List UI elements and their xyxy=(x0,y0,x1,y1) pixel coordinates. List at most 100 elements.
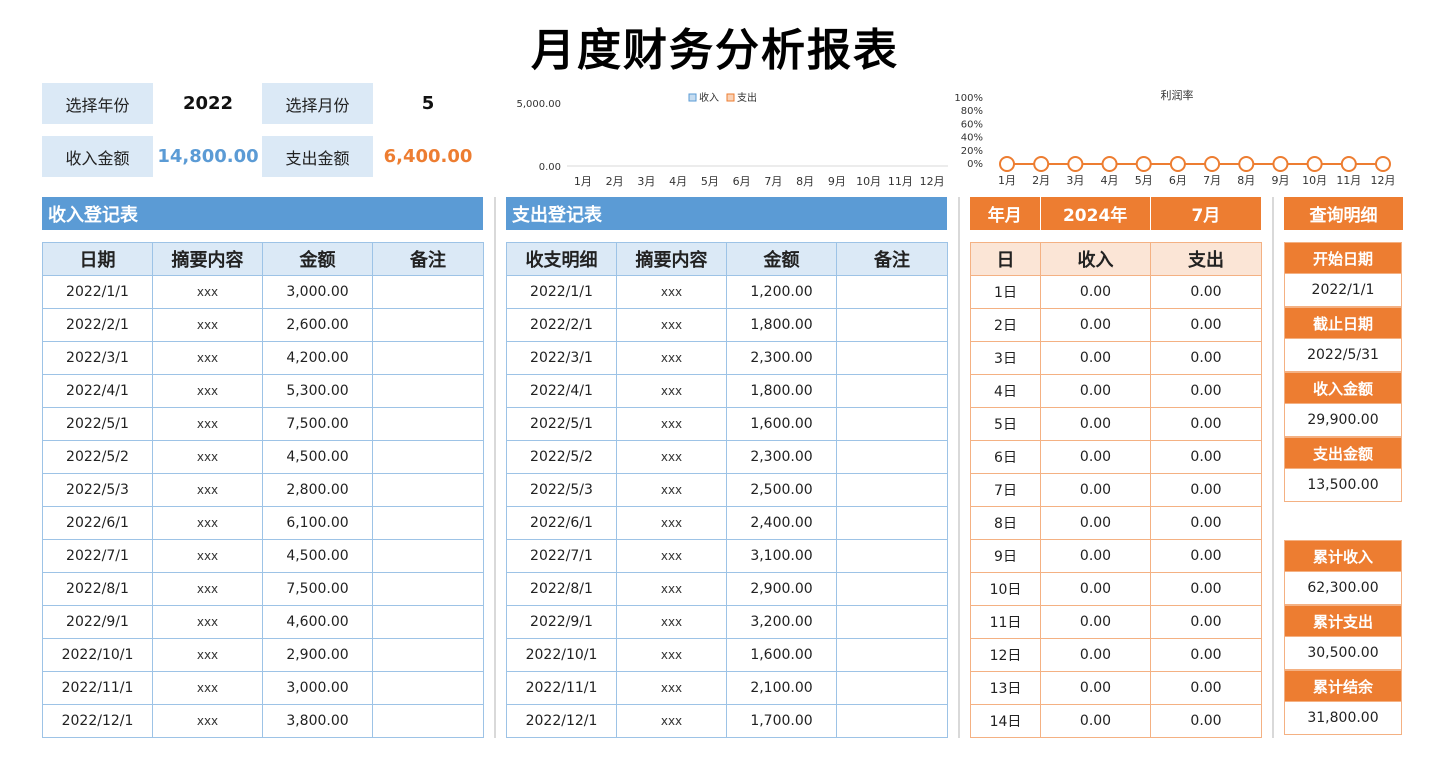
cell-date[interactable]: 2022/2/1 xyxy=(42,308,153,342)
cell-amount[interactable]: 2,300.00 xyxy=(726,440,837,474)
cell-summary[interactable]: xxx xyxy=(152,308,263,342)
cell-detail[interactable]: 2022/6/1 xyxy=(506,506,617,540)
query-detail-button[interactable]: 查询明细 xyxy=(1284,197,1403,230)
cell-expense[interactable]: 0.00 xyxy=(1150,572,1262,606)
cell-note[interactable] xyxy=(372,374,484,408)
cell-day[interactable]: 6日 xyxy=(970,440,1041,474)
cell-summary[interactable]: xxx xyxy=(152,539,263,573)
cell-day[interactable]: 8日 xyxy=(970,506,1041,540)
cell-summary[interactable]: xxx xyxy=(152,275,263,309)
cell-amount[interactable]: 2,600.00 xyxy=(262,308,373,342)
cell-income[interactable]: 0.00 xyxy=(1040,440,1151,474)
cell-detail[interactable]: 2022/3/1 xyxy=(506,341,617,375)
cell-note[interactable] xyxy=(372,671,484,705)
cell-note[interactable] xyxy=(372,440,484,474)
cell-date[interactable]: 2022/12/1 xyxy=(42,704,153,738)
cell-summary[interactable]: xxx xyxy=(616,473,727,507)
cell-amount[interactable]: 6,100.00 xyxy=(262,506,373,540)
cell-date[interactable]: 2022/5/1 xyxy=(42,407,153,441)
cell-income[interactable]: 0.00 xyxy=(1040,473,1151,507)
cell-summary[interactable]: xxx xyxy=(616,671,727,705)
cell-note[interactable] xyxy=(836,374,948,408)
cell-amount[interactable]: 2,900.00 xyxy=(262,638,373,672)
cell-expense[interactable]: 0.00 xyxy=(1150,473,1262,507)
year-select[interactable]: 2022 xyxy=(153,83,263,124)
cell-expense[interactable]: 0.00 xyxy=(1150,704,1262,738)
cell-note[interactable] xyxy=(836,473,948,507)
cell-amount[interactable]: 4,500.00 xyxy=(262,440,373,474)
cell-amount[interactable]: 1,700.00 xyxy=(726,704,837,738)
end-date-value[interactable]: 2022/5/31 xyxy=(1284,339,1402,372)
cell-note[interactable] xyxy=(372,572,484,606)
cell-note[interactable] xyxy=(836,341,948,375)
cell-summary[interactable]: xxx xyxy=(616,506,727,540)
cell-date[interactable]: 2022/9/1 xyxy=(42,605,153,639)
cell-expense[interactable]: 0.00 xyxy=(1150,341,1262,375)
cell-day[interactable]: 13日 xyxy=(970,671,1041,705)
cell-amount[interactable]: 3,000.00 xyxy=(262,671,373,705)
cell-amount[interactable]: 3,200.00 xyxy=(726,605,837,639)
cell-summary[interactable]: xxx xyxy=(616,374,727,408)
cell-summary[interactable]: xxx xyxy=(152,704,263,738)
cell-amount[interactable]: 2,300.00 xyxy=(726,341,837,375)
cell-note[interactable] xyxy=(836,572,948,606)
cell-detail[interactable]: 2022/12/1 xyxy=(506,704,617,738)
cell-summary[interactable]: xxx xyxy=(616,275,727,309)
cell-summary[interactable]: xxx xyxy=(152,671,263,705)
cell-expense[interactable]: 0.00 xyxy=(1150,275,1262,309)
cell-note[interactable] xyxy=(372,308,484,342)
cell-summary[interactable]: xxx xyxy=(152,572,263,606)
cell-date[interactable]: 2022/5/2 xyxy=(42,440,153,474)
cell-summary[interactable]: xxx xyxy=(152,440,263,474)
cell-income[interactable]: 0.00 xyxy=(1040,506,1151,540)
cell-date[interactable]: 2022/8/1 xyxy=(42,572,153,606)
cell-summary[interactable]: xxx xyxy=(616,407,727,441)
cell-amount[interactable]: 5,300.00 xyxy=(262,374,373,408)
cell-amount[interactable]: 3,800.00 xyxy=(262,704,373,738)
cell-expense[interactable]: 0.00 xyxy=(1150,638,1262,672)
cell-note[interactable] xyxy=(836,671,948,705)
cell-income[interactable]: 0.00 xyxy=(1040,605,1151,639)
cell-note[interactable] xyxy=(372,407,484,441)
cell-income[interactable]: 0.00 xyxy=(1040,671,1151,705)
cell-day[interactable]: 4日 xyxy=(970,374,1041,408)
cell-day[interactable]: 5日 xyxy=(970,407,1041,441)
cell-expense[interactable]: 0.00 xyxy=(1150,605,1262,639)
cell-summary[interactable]: xxx xyxy=(616,539,727,573)
cell-detail[interactable]: 2022/2/1 xyxy=(506,308,617,342)
cell-detail[interactable]: 2022/5/3 xyxy=(506,473,617,507)
cell-summary[interactable]: xxx xyxy=(616,440,727,474)
cell-amount[interactable]: 7,500.00 xyxy=(262,407,373,441)
cell-expense[interactable]: 0.00 xyxy=(1150,374,1262,408)
cell-amount[interactable]: 4,200.00 xyxy=(262,341,373,375)
cell-summary[interactable]: xxx xyxy=(152,638,263,672)
cell-day[interactable]: 7日 xyxy=(970,473,1041,507)
cell-summary[interactable]: xxx xyxy=(616,341,727,375)
cell-amount[interactable]: 3,000.00 xyxy=(262,275,373,309)
cell-income[interactable]: 0.00 xyxy=(1040,275,1151,309)
cell-amount[interactable]: 4,600.00 xyxy=(262,605,373,639)
cell-day[interactable]: 9日 xyxy=(970,539,1041,573)
cell-day[interactable]: 3日 xyxy=(970,341,1041,375)
cell-note[interactable] xyxy=(372,539,484,573)
cell-detail[interactable]: 2022/9/1 xyxy=(506,605,617,639)
cell-detail[interactable]: 2022/8/1 xyxy=(506,572,617,606)
cell-note[interactable] xyxy=(836,605,948,639)
cell-amount[interactable]: 1,800.00 xyxy=(726,374,837,408)
cell-income[interactable]: 0.00 xyxy=(1040,308,1151,342)
cell-day[interactable]: 12日 xyxy=(970,638,1041,672)
cell-amount[interactable]: 1,200.00 xyxy=(726,275,837,309)
cell-summary[interactable]: xxx xyxy=(152,407,263,441)
cell-note[interactable] xyxy=(836,704,948,738)
start-date-value[interactable]: 2022/1/1 xyxy=(1284,274,1402,307)
cell-note[interactable] xyxy=(836,308,948,342)
cell-summary[interactable]: xxx xyxy=(616,638,727,672)
month-select[interactable]: 5 xyxy=(373,83,483,124)
cell-income[interactable]: 0.00 xyxy=(1040,638,1151,672)
daily-year-select[interactable]: 2024年 xyxy=(1041,197,1151,230)
cell-date[interactable]: 2022/3/1 xyxy=(42,341,153,375)
cell-expense[interactable]: 0.00 xyxy=(1150,440,1262,474)
cell-amount[interactable]: 7,500.00 xyxy=(262,572,373,606)
cell-date[interactable]: 2022/6/1 xyxy=(42,506,153,540)
cell-expense[interactable]: 0.00 xyxy=(1150,671,1262,705)
